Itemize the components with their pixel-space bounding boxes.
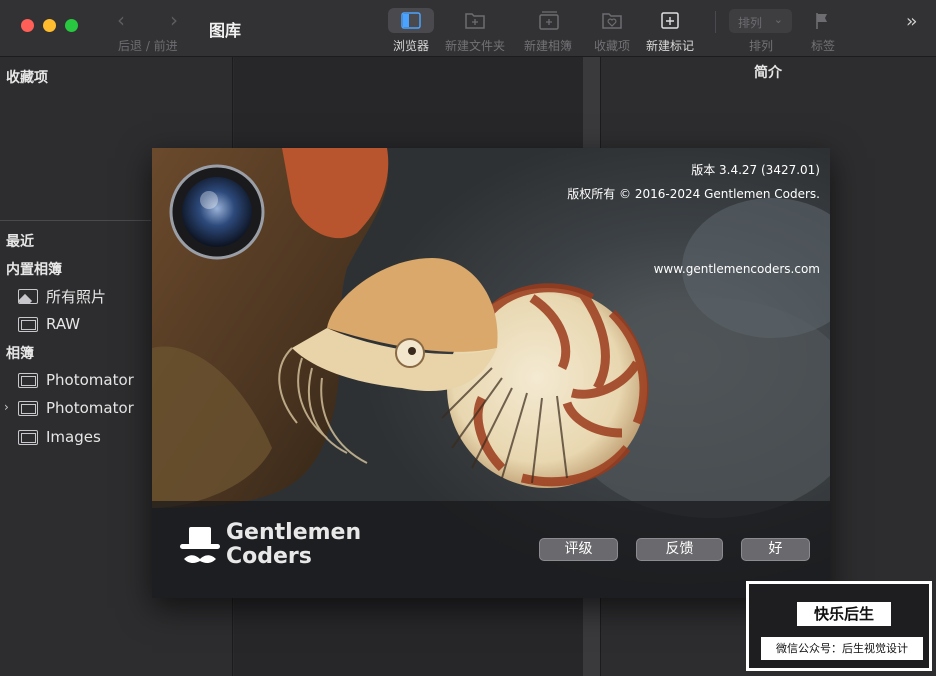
version-text: 版本 3.4.27 (3427.01) <box>691 163 820 177</box>
toolbar-divider <box>715 11 716 33</box>
brand-line-2: Coders <box>226 544 312 569</box>
forward-arrow-icon[interactable]: › <box>170 10 178 30</box>
watermark-subtitle: 微信公众号：后生视觉设计 <box>761 637 923 660</box>
sidebar-item-label: Images <box>46 428 101 446</box>
ok-button[interactable]: 好 <box>741 538 810 561</box>
zoom-window-button[interactable] <box>65 19 78 32</box>
folder-icon <box>18 400 38 416</box>
toolbar: ‹ › 后退 / 前进 图库 浏览器 新建文件夹 新建相簿 收藏项 新建标记 排… <box>0 0 936 57</box>
info-pane-title: 简介 <box>754 65 782 81</box>
new-album-label: 新建相簿 <box>524 39 573 53</box>
new-folder-label: 新建文件夹 <box>445 39 506 53</box>
feedback-button[interactable]: 反馈 <box>636 538 723 561</box>
sidebar-item-label: Photomator <box>46 371 134 389</box>
nav-label: 后退 / 前进 <box>118 39 178 53</box>
folder-icon <box>18 429 38 445</box>
sort-dropdown[interactable]: 排列 ⌄ <box>729 9 792 33</box>
browser-button[interactable]: 浏览器 <box>388 8 434 54</box>
copyright-text: 版权所有 © 2016-2024 Gentlemen Coders. <box>567 187 820 201</box>
folder-icon <box>18 372 38 388</box>
recent-header[interactable]: 最近 <box>6 231 34 251</box>
browser-icon <box>388 8 434 33</box>
folder-icon <box>18 316 38 332</box>
window-title: 图库 <box>209 21 242 40</box>
favorites-icon <box>589 8 635 33</box>
sidebar-item-label: Photomator <box>46 399 134 417</box>
more-chevron-icon[interactable]: ›› <box>906 11 918 32</box>
sidebar-item-all-photos[interactable]: 所有照片 <box>18 284 106 308</box>
rate-button[interactable]: 评级 <box>539 538 618 561</box>
favorites-button[interactable]: 收藏项 <box>589 8 635 54</box>
new-marker-label: 新建标记 <box>646 39 695 53</box>
watermark-title: 快乐后生 <box>797 602 891 626</box>
about-dialog: 版本 3.4.27 (3427.01) 版权所有 © 2016-2024 Gen… <box>152 148 830 598</box>
sidebar-item-label: 所有照片 <box>46 287 107 306</box>
new-marker-icon <box>647 8 693 33</box>
sidebar-item-photomator[interactable]: Photomator <box>18 368 134 392</box>
sidebar-item-photomator-folder[interactable]: Photomator <box>18 396 134 420</box>
sidebar-item-raw[interactable]: RAW <box>18 312 80 336</box>
chevron-down-icon: ⌄ <box>773 13 783 26</box>
photos-icon <box>18 288 38 304</box>
close-window-button[interactable] <box>21 19 34 32</box>
new-marker-button[interactable]: 新建标记 <box>646 8 694 54</box>
back-arrow-icon[interactable]: ‹ <box>117 10 125 30</box>
sidebar-item-label: RAW <box>46 315 81 333</box>
builtin-albums-header: 内置相簿 <box>6 262 62 278</box>
new-folder-button[interactable]: 新建文件夹 <box>445 8 505 54</box>
favorites-label: 收藏项 <box>593 39 630 53</box>
brand-wordmark: Gentlemen Coders <box>226 521 361 569</box>
website-link[interactable]: www.gentlemencoders.com <box>654 262 820 276</box>
sidebar-item-images[interactable]: Images <box>18 425 101 449</box>
new-album-button[interactable]: 新建相簿 <box>524 8 572 54</box>
top-hat-logo-icon <box>180 527 220 563</box>
disclosure-chevron-icon[interactable]: › <box>4 400 9 414</box>
flag-icon[interactable] <box>815 12 829 30</box>
browser-label: 浏览器 <box>392 39 429 53</box>
sort-dropdown-value: 排列 <box>738 16 763 30</box>
sidebar-divider <box>0 220 151 221</box>
sort-label: 排列 <box>749 39 774 53</box>
minimize-window-button[interactable] <box>43 19 56 32</box>
watermark-stamp: 快乐后生 微信公众号：后生视觉设计 <box>746 581 932 671</box>
new-album-icon <box>525 8 571 33</box>
albums-header: 相簿 <box>6 346 34 362</box>
new-folder-icon <box>452 8 498 33</box>
brand-line-1: Gentlemen <box>226 520 362 545</box>
favorites-header: 收藏项 <box>6 70 48 86</box>
tag-label: 标签 <box>811 39 836 53</box>
